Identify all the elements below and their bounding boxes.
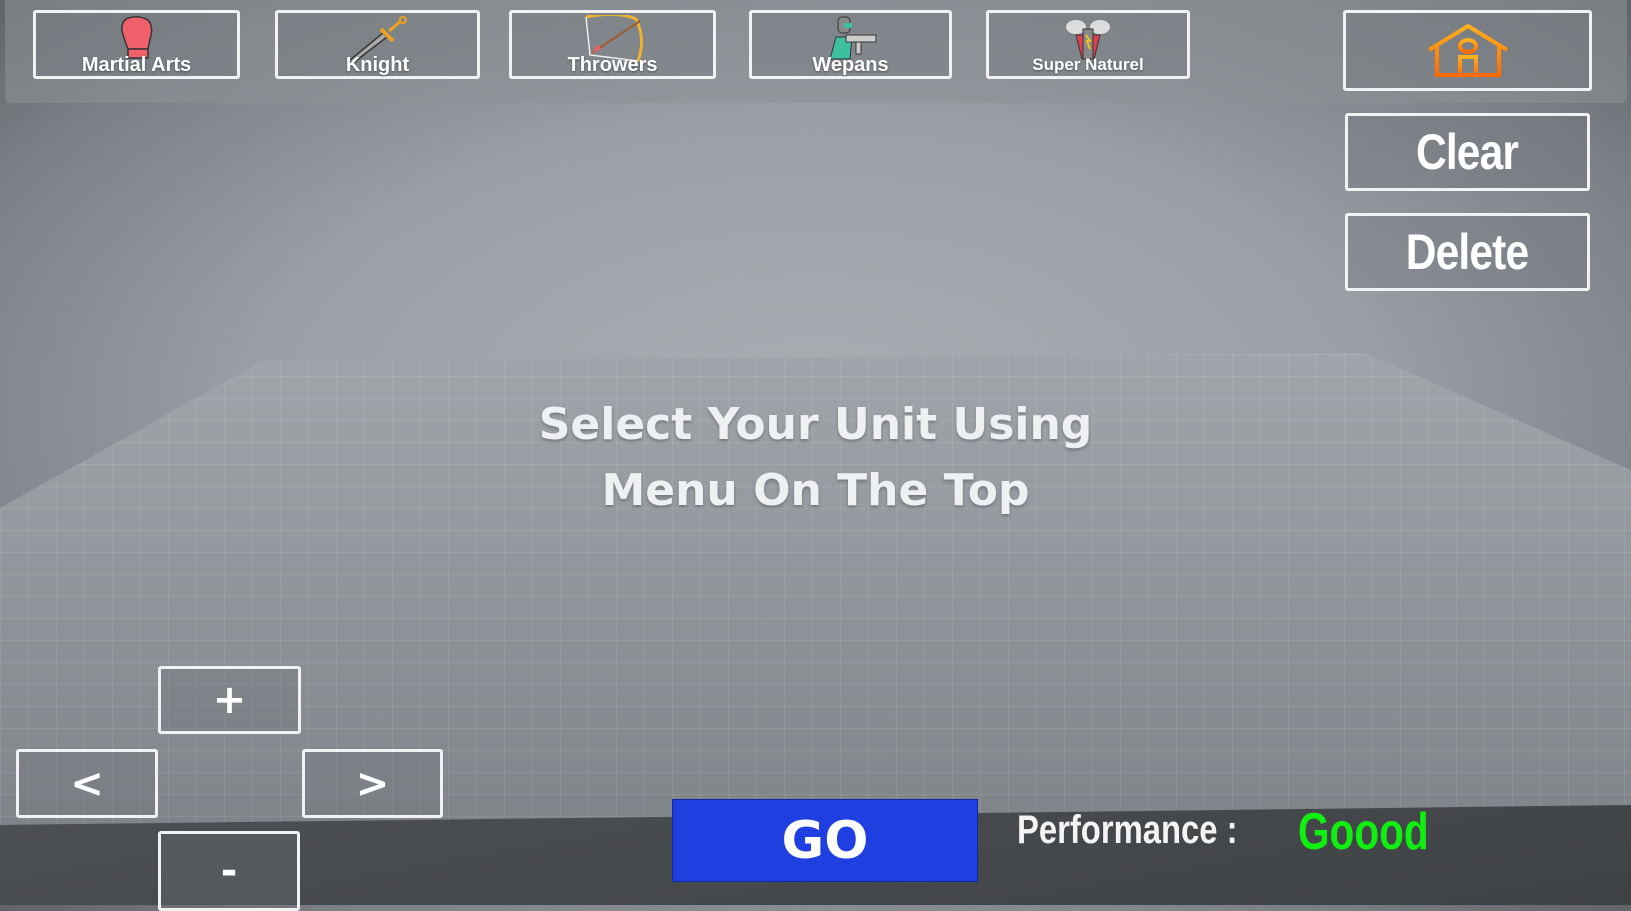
category-super-naturel-button[interactable]: Super Naturel [986,10,1190,79]
instruction-line-1: Select Your Unit Using [538,399,1093,450]
chevron-left-icon: < [70,760,104,807]
category-label: Throwers [567,54,658,76]
plus-icon: + [212,677,247,723]
minus-icon: - [220,848,238,894]
zoom-in-button[interactable]: + [158,666,301,734]
rotate-right-button[interactable]: > [302,749,443,818]
delete-label: Delete [1406,224,1529,280]
category-wepans-button[interactable]: Wepans [749,10,952,79]
home-button[interactable] [1343,10,1592,91]
performance-value: Goood [1298,803,1429,861]
category-knight-button[interactable]: Knight [275,10,480,79]
performance-label: Performance : [1017,808,1238,852]
delete-button[interactable]: Delete [1345,213,1590,291]
category-label: Wepans [812,54,889,76]
clear-button[interactable]: Clear [1345,113,1590,191]
home-icon [1427,23,1508,77]
category-martial-arts-button[interactable]: Martial Arts [33,10,240,79]
clear-label: Clear [1416,124,1519,180]
instruction-message: Select Your Unit Using Menu On The Top [0,392,1631,524]
chevron-right-icon: > [355,760,390,807]
category-label: Martial Arts [81,54,192,76]
category-label: Knight [345,54,410,76]
instruction-line-2: Menu On The Top [601,465,1030,516]
category-throwers-button[interactable]: Throwers [509,10,716,79]
category-label: Super Naturel [1032,55,1144,74]
rotate-left-button[interactable]: < [16,749,158,818]
zoom-out-button[interactable]: - [158,831,300,911]
go-button[interactable]: GO [672,799,978,882]
